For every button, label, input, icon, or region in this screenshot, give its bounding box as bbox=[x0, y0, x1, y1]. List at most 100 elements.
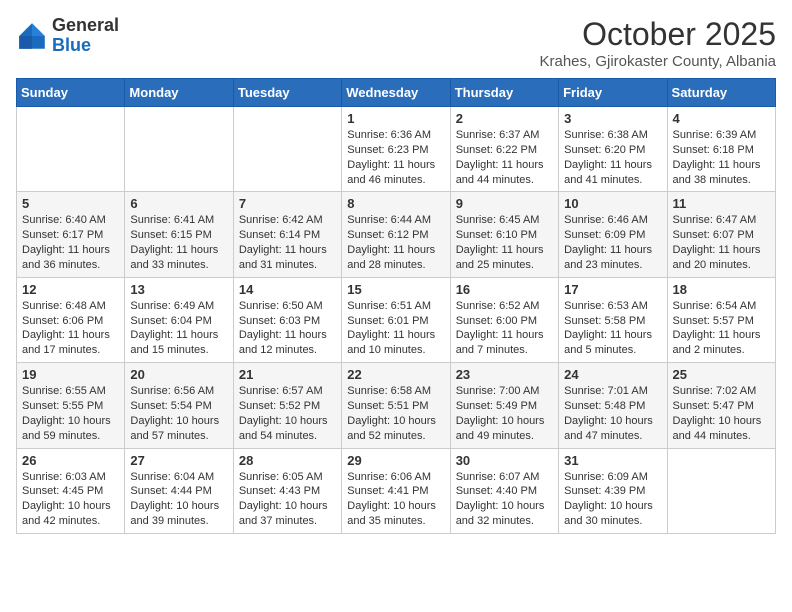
day-info: Daylight: 11 hours bbox=[130, 243, 227, 258]
day-info: and 17 minutes. bbox=[22, 343, 119, 358]
day-info: Daylight: 10 hours bbox=[673, 414, 770, 429]
day-number: 18 bbox=[673, 282, 770, 297]
weekday-header: Wednesday bbox=[342, 79, 450, 107]
day-info: Daylight: 11 hours bbox=[347, 158, 444, 173]
day-info: Daylight: 11 hours bbox=[239, 328, 336, 343]
day-info: Sunrise: 7:00 AM bbox=[456, 384, 553, 399]
day-number: 17 bbox=[564, 282, 661, 297]
title-block: October 2025 Krahes, Gjirokaster County,… bbox=[539, 16, 776, 70]
day-number: 20 bbox=[130, 367, 227, 382]
day-info: Sunset: 6:07 PM bbox=[673, 228, 770, 243]
day-number: 2 bbox=[456, 111, 553, 126]
day-info: Sunset: 5:57 PM bbox=[673, 314, 770, 329]
day-info: and 46 minutes. bbox=[347, 173, 444, 188]
calendar-week-row: 5Sunrise: 6:40 AMSunset: 6:17 PMDaylight… bbox=[17, 192, 776, 277]
day-info: Sunset: 5:47 PM bbox=[673, 399, 770, 414]
day-info: Daylight: 11 hours bbox=[456, 243, 553, 258]
day-info: Sunset: 4:44 PM bbox=[130, 484, 227, 499]
location-title: Krahes, Gjirokaster County, Albania bbox=[539, 53, 776, 70]
calendar-day-cell: 20Sunrise: 6:56 AMSunset: 5:54 PMDayligh… bbox=[125, 363, 233, 448]
day-number: 6 bbox=[130, 196, 227, 211]
day-info: Sunrise: 6:47 AM bbox=[673, 213, 770, 228]
day-info: Daylight: 11 hours bbox=[673, 158, 770, 173]
day-info: and 44 minutes. bbox=[673, 429, 770, 444]
day-info: and 33 minutes. bbox=[130, 258, 227, 273]
day-number: 27 bbox=[130, 453, 227, 468]
day-info: Sunrise: 7:02 AM bbox=[673, 384, 770, 399]
day-info: and 39 minutes. bbox=[130, 514, 227, 529]
day-info: Daylight: 10 hours bbox=[564, 499, 661, 514]
calendar-day-cell: 1 Sunrise: 6:36 AMSunset: 6:23 PMDaylight… bbox=[342, 107, 450, 192]
calendar-day-cell bbox=[233, 107, 341, 192]
day-info: Sunset: 6:17 PM bbox=[22, 228, 119, 243]
day-info: and 36 minutes. bbox=[22, 258, 119, 273]
day-info: and 2 minutes. bbox=[673, 343, 770, 358]
day-info: Daylight: 11 hours bbox=[564, 328, 661, 343]
day-info: and 12 minutes. bbox=[239, 343, 336, 358]
day-info: Sunrise: 6:44 AM bbox=[347, 213, 444, 228]
logo-blue: Blue bbox=[52, 35, 91, 55]
day-info: Daylight: 10 hours bbox=[22, 499, 119, 514]
day-number: 11 bbox=[673, 196, 770, 211]
day-info: Sunset: 4:40 PM bbox=[456, 484, 553, 499]
day-info: Sunrise: 6:40 AM bbox=[22, 213, 119, 228]
calendar-week-row: 12Sunrise: 6:48 AMSunset: 6:06 PMDayligh… bbox=[17, 277, 776, 362]
day-info: Sunrise: 6:05 AM bbox=[239, 470, 336, 485]
day-info: Sunrise: 6:04 AM bbox=[130, 470, 227, 485]
day-info: and 37 minutes. bbox=[239, 514, 336, 529]
day-info: Daylight: 11 hours bbox=[347, 243, 444, 258]
day-info: Sunrise: 6:36 AM bbox=[347, 128, 444, 143]
day-info: Sunset: 5:58 PM bbox=[564, 314, 661, 329]
day-info: Sunset: 6:22 PM bbox=[456, 143, 553, 158]
calendar-day-cell: 7Sunrise: 6:42 AMSunset: 6:14 PMDaylight… bbox=[233, 192, 341, 277]
day-info: Sunrise: 6:06 AM bbox=[347, 470, 444, 485]
day-info: Sunrise: 6:52 AM bbox=[456, 299, 553, 314]
day-info: Daylight: 10 hours bbox=[239, 499, 336, 514]
weekday-header: Thursday bbox=[450, 79, 558, 107]
calendar-day-cell: 15Sunrise: 6:51 AMSunset: 6:01 PMDayligh… bbox=[342, 277, 450, 362]
day-info: and 7 minutes. bbox=[456, 343, 553, 358]
day-info: Sunset: 6:23 PM bbox=[347, 143, 444, 158]
day-info: and 38 minutes. bbox=[673, 173, 770, 188]
day-info: and 47 minutes. bbox=[564, 429, 661, 444]
calendar-day-cell: 21Sunrise: 6:57 AMSunset: 5:52 PMDayligh… bbox=[233, 363, 341, 448]
calendar-day-cell: 9Sunrise: 6:45 AMSunset: 6:10 PMDaylight… bbox=[450, 192, 558, 277]
day-info: Sunset: 5:48 PM bbox=[564, 399, 661, 414]
calendar-week-row: 26Sunrise: 6:03 AMSunset: 4:45 PMDayligh… bbox=[17, 448, 776, 533]
calendar-day-cell: 5Sunrise: 6:40 AMSunset: 6:17 PMDaylight… bbox=[17, 192, 125, 277]
day-number: 8 bbox=[347, 196, 444, 211]
day-info: Daylight: 11 hours bbox=[456, 328, 553, 343]
day-info: Daylight: 11 hours bbox=[673, 243, 770, 258]
day-info: Sunset: 5:54 PM bbox=[130, 399, 227, 414]
logo: General Blue bbox=[16, 16, 119, 56]
day-info: and 41 minutes. bbox=[564, 173, 661, 188]
day-info: Sunrise: 6:58 AM bbox=[347, 384, 444, 399]
calendar-day-cell: 31Sunrise: 6:09 AMSunset: 4:39 PMDayligh… bbox=[559, 448, 667, 533]
day-info: Sunset: 6:04 PM bbox=[130, 314, 227, 329]
day-info: Sunrise: 6:37 AM bbox=[456, 128, 553, 143]
day-number: 1 bbox=[347, 111, 444, 126]
day-info: Sunset: 6:10 PM bbox=[456, 228, 553, 243]
day-info: and 15 minutes. bbox=[130, 343, 227, 358]
day-info: Daylight: 11 hours bbox=[22, 243, 119, 258]
day-info: Daylight: 11 hours bbox=[564, 243, 661, 258]
calendar-day-cell: 4Sunrise: 6:39 AMSunset: 6:18 PMDaylight… bbox=[667, 107, 775, 192]
day-info: Daylight: 11 hours bbox=[22, 328, 119, 343]
day-info: and 57 minutes. bbox=[130, 429, 227, 444]
calendar-day-cell: 19Sunrise: 6:55 AMSunset: 5:55 PMDayligh… bbox=[17, 363, 125, 448]
calendar-day-cell: 14Sunrise: 6:50 AMSunset: 6:03 PMDayligh… bbox=[233, 277, 341, 362]
day-info: and 35 minutes. bbox=[347, 514, 444, 529]
day-info: and 20 minutes. bbox=[673, 258, 770, 273]
day-info: Daylight: 10 hours bbox=[456, 414, 553, 429]
day-info: and 44 minutes. bbox=[456, 173, 553, 188]
day-number: 9 bbox=[456, 196, 553, 211]
day-info: Sunset: 4:41 PM bbox=[347, 484, 444, 499]
day-info: Sunrise: 6:41 AM bbox=[130, 213, 227, 228]
day-number: 22 bbox=[347, 367, 444, 382]
calendar-day-cell: 10Sunrise: 6:46 AMSunset: 6:09 PMDayligh… bbox=[559, 192, 667, 277]
day-info: Sunrise: 6:51 AM bbox=[347, 299, 444, 314]
calendar-day-cell: 6Sunrise: 6:41 AMSunset: 6:15 PMDaylight… bbox=[125, 192, 233, 277]
calendar-day-cell bbox=[667, 448, 775, 533]
calendar-day-cell: 30Sunrise: 6:07 AMSunset: 4:40 PMDayligh… bbox=[450, 448, 558, 533]
weekday-header-row: SundayMondayTuesdayWednesdayThursdayFrid… bbox=[17, 79, 776, 107]
